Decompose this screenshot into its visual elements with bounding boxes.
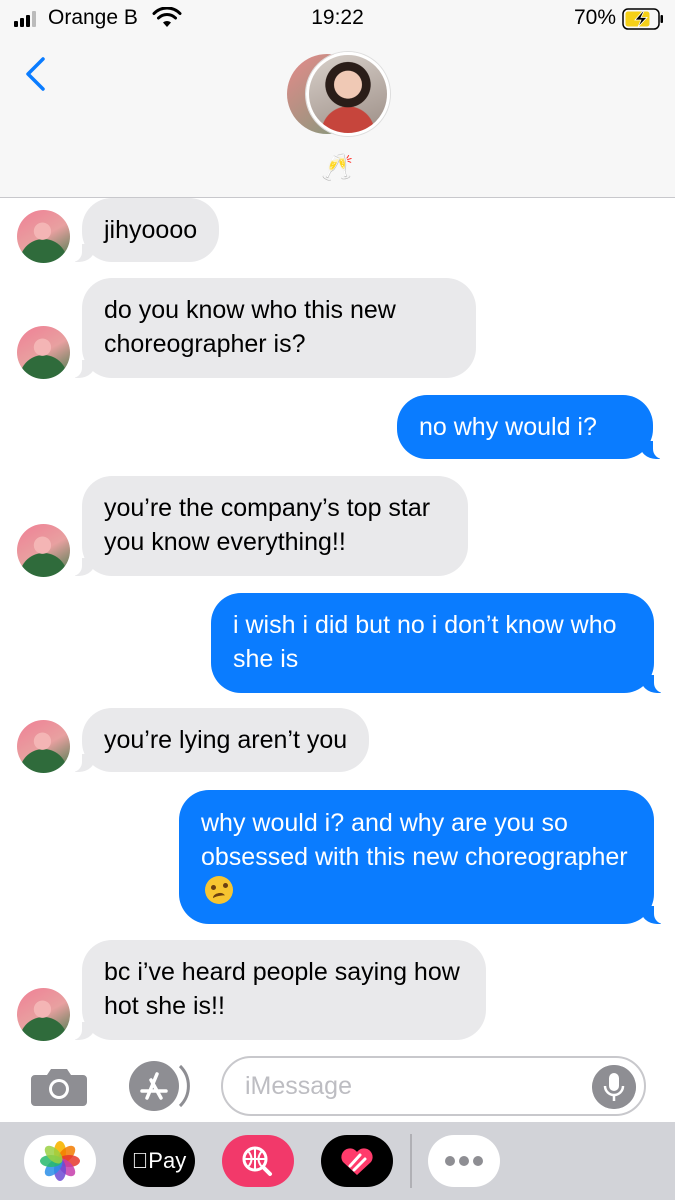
incoming-message[interactable]: do you know who this new choreographer i… [72,278,476,378]
apple-pay-label: Pay [140,1148,186,1173]
message-input[interactable] [245,1069,585,1103]
outgoing-message[interactable]: why would i? and why are you so obsessed… [179,790,664,924]
more-apps-button[interactable] [428,1135,500,1187]
incoming-message[interactable]: you’re the company’s top star you know e… [72,476,468,576]
imessage-app-drawer: Pay [0,1122,675,1200]
woozy-face-icon [205,876,233,904]
battery-percentage: 70% [574,6,617,29]
more-dots-icon [445,1156,483,1166]
photos-icon [40,1141,80,1181]
incoming-message[interactable]: bc i’ve heard people saying how hot she … [72,940,486,1040]
message-input-field[interactable] [221,1056,646,1116]
camera-icon[interactable] [30,1065,88,1107]
back-chevron-icon[interactable] [22,56,48,92]
microphone-icon[interactable] [592,1065,636,1109]
sender-avatar[interactable] [17,720,70,773]
apple-pay-button[interactable]: Pay [123,1135,195,1187]
sender-avatar[interactable] [17,210,70,263]
battery-charging-icon [622,8,663,30]
message-thread[interactable]: jihyoooo do you know who this new choreo… [0,198,675,1050]
composer-bar [0,1050,675,1122]
sender-avatar[interactable] [17,988,70,1041]
outgoing-message[interactable]: no why would i? [397,395,663,459]
photos-app-button[interactable] [24,1135,96,1187]
conversation-header: 🥂 [0,40,675,198]
outgoing-message-text: why would i? and why are you so obsessed… [201,809,628,871]
app-store-icon[interactable] [124,1060,190,1112]
status-bar: Orange B 19:22 70% [0,0,675,40]
incoming-message[interactable]: jihyoooo [71,198,220,262]
sender-avatar[interactable] [17,326,70,379]
sender-avatar[interactable] [17,524,70,577]
outgoing-message[interactable]: i wish i did but no i don’t know who she… [211,593,664,693]
globe-search-icon [242,1146,272,1176]
digital-touch-button[interactable] [321,1135,393,1187]
web-images-button[interactable] [222,1135,294,1187]
digital-touch-heart-icon [341,1148,373,1175]
apple-logo-icon:  [132,1148,149,1173]
incoming-message[interactable]: you’re lying aren’t you [71,708,370,772]
contact-avatar[interactable] [306,52,390,136]
contact-name[interactable]: 🥂 [0,152,675,183]
drawer-divider [410,1134,412,1188]
